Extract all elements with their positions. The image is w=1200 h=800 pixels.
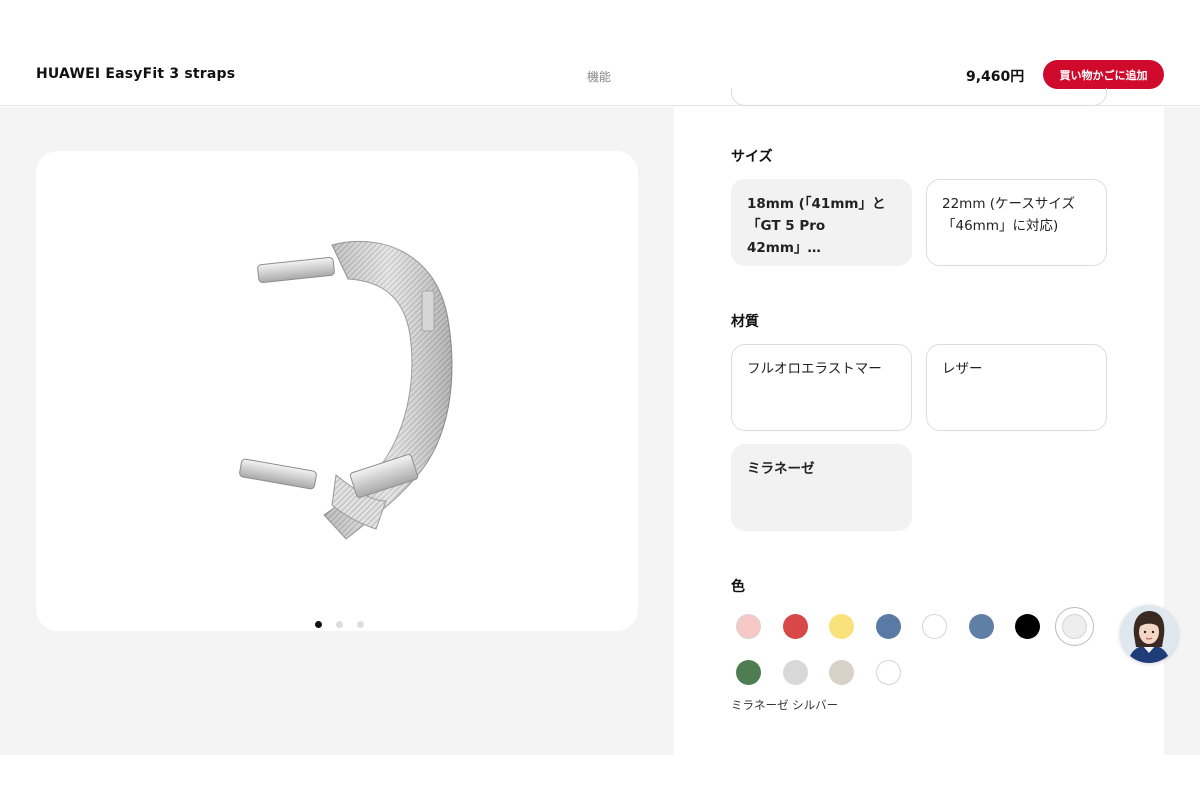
carousel-dot[interactable] (314, 621, 322, 628)
color-swatch[interactable] (782, 660, 808, 685)
nav-features-link[interactable]: 機能 (587, 68, 611, 85)
add-to-cart-button[interactable]: 買い物かごに追加 (1043, 60, 1164, 89)
material-option-label: レザー (942, 361, 983, 377)
carousel-dots (36, 621, 638, 628)
chat-assistant-avatar[interactable] (1120, 605, 1178, 663)
size-option-label: 「GT 5 Pro 42mm」… (747, 218, 826, 256)
product-image (239, 240, 453, 540)
material-section-title: 材質 (731, 314, 759, 330)
size-section-title: サイズ (731, 149, 773, 165)
color-swatch[interactable] (736, 614, 761, 639)
color-swatch[interactable] (829, 614, 854, 639)
color-swatch[interactable] (1015, 614, 1040, 639)
size-option-18mm[interactable]: 18mm (「41mm」と 「GT 5 Pro 42mm」… (731, 179, 912, 266)
color-swatch[interactable] (968, 614, 994, 639)
size-option-label: 「46mm」に対応) (942, 218, 1059, 234)
size-option-22mm[interactable]: 22mm (ケースサイズ 「46mm」に対応) (926, 179, 1107, 266)
assistant-portrait-icon (1120, 605, 1178, 663)
color-swatch[interactable] (782, 614, 808, 639)
selected-color-name: ミラネーゼ シルバー (731, 698, 839, 712)
previous-option-card-edge (731, 88, 1107, 106)
price: 9,460円 (966, 69, 1025, 85)
product-name: HUAWEI EasyFit 3 straps (36, 66, 236, 82)
carousel-dot[interactable] (335, 621, 343, 628)
color-swatch[interactable] (922, 614, 947, 639)
carousel-dot[interactable] (356, 621, 364, 628)
color-section-title: 色 (731, 579, 745, 595)
page-margin (1164, 107, 1200, 755)
material-option-label: ミラネーゼ (747, 461, 815, 477)
size-option-label: 22mm (ケースサイズ (942, 196, 1075, 212)
color-swatch[interactable] (1061, 614, 1087, 639)
color-swatch[interactable] (875, 614, 901, 639)
bottom-bar (0, 755, 1200, 800)
material-option-fluoroelastomer[interactable]: フルオロエラストマー (731, 344, 912, 431)
color-swatch[interactable] (829, 660, 854, 685)
material-option-label: フルオロエラストマー (747, 361, 882, 377)
product-image-card[interactable] (36, 151, 638, 631)
size-option-label: 18mm (「41mm」と (747, 196, 886, 212)
color-swatch[interactable] (736, 660, 761, 685)
material-option-leather[interactable]: レザー (926, 344, 1107, 431)
material-option-milanese[interactable]: ミラネーゼ (731, 444, 912, 531)
color-swatch[interactable] (875, 660, 901, 685)
